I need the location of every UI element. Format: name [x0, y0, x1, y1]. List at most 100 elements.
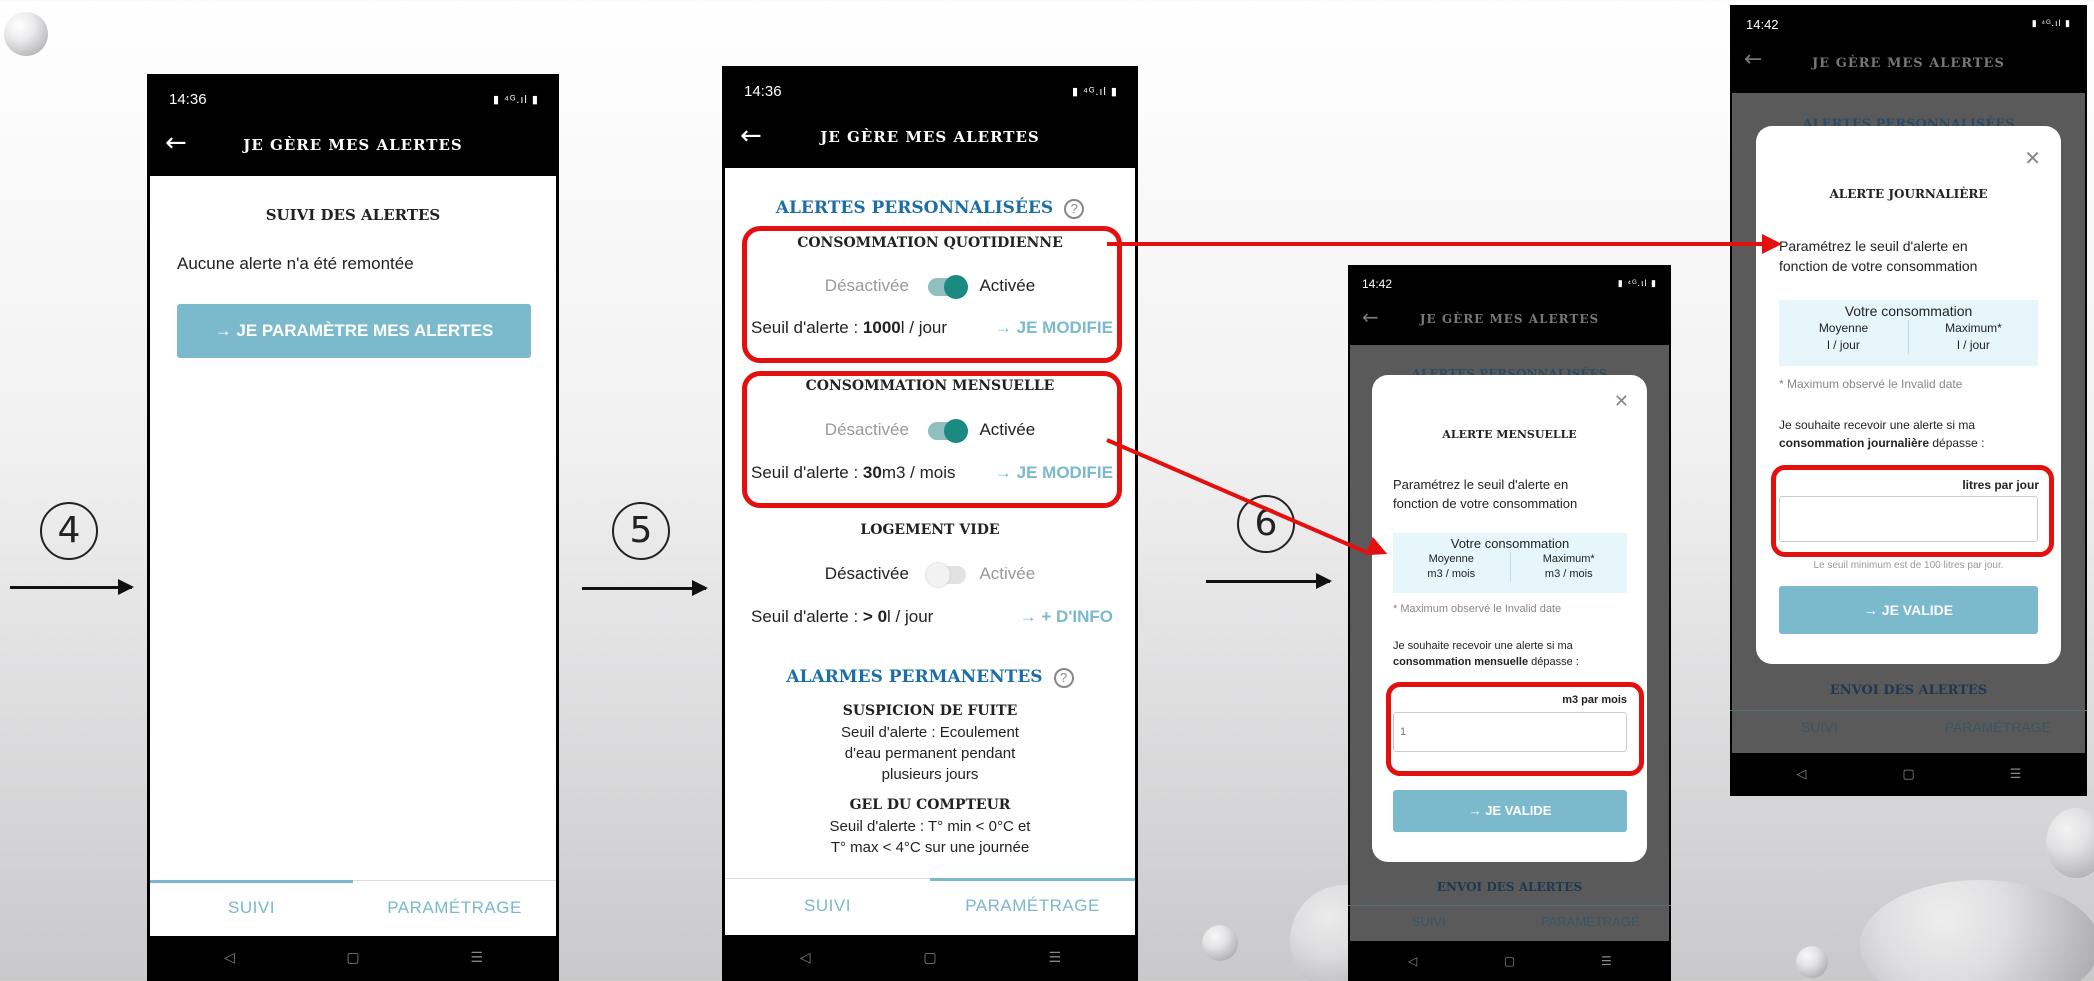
water-drop-decoration [1860, 880, 2094, 981]
arrow-to-daily-modal [1107, 242, 1764, 246]
page-title: JE GÈRE MES ALERTES [1812, 56, 2005, 71]
arrow-to-monthly-modal [1106, 438, 1367, 554]
step-4-label: 4 [57, 510, 81, 551]
nav-home-icon[interactable]: ▢ [291, 936, 415, 981]
water-drop-decoration [4, 12, 48, 56]
tab-suivi[interactable]: SUIVI [1730, 719, 1909, 735]
status-time: 14:36 [169, 91, 207, 108]
screen-content: SUIVI DES ALERTES Aucune alerte n'a été … [150, 176, 556, 936]
step-5-label: 5 [629, 510, 653, 551]
nav-menu-icon[interactable]: ☰ [415, 936, 539, 981]
tab-suivi[interactable]: SUIVI [1348, 914, 1510, 929]
validate-button[interactable]: → JE VALIDE [1393, 790, 1627, 832]
average-unit: m3 / mois [1427, 568, 1476, 580]
nav-menu-icon[interactable]: ☰ [992, 935, 1117, 981]
status-time: 14:42 [1746, 17, 1779, 32]
system-nav-bar: ◁ ▢ ☰ [1348, 941, 1671, 981]
on-label: Activée [979, 564, 1036, 583]
average-unit: l / jour [1827, 338, 1860, 352]
section-title: ALARMES PERMANENTES [786, 667, 1043, 687]
help-icon[interactable]: ? [1053, 667, 1074, 688]
validate-button[interactable]: → JE VALIDE [1779, 586, 2038, 634]
tab-parametrage[interactable]: PARAMÉTRAGE [1909, 719, 2088, 735]
nav-home-icon[interactable]: ▢ [868, 935, 993, 981]
wish-line-1: Je souhaite recevoir une alerte si ma [1393, 640, 1573, 652]
nav-back-icon[interactable]: ◁ [1364, 941, 1461, 981]
page-title: JE GÈRE MES ALERTES [243, 136, 463, 154]
nav-back-icon[interactable]: ◁ [1748, 753, 1855, 796]
intro-line-1: Paramétrez le seuil d'alerte en [1779, 238, 1968, 254]
leak-line-2: d'eau permanent pendant [844, 745, 1016, 762]
signal-battery-icon: ▮ ⁴ᴳ.ıl ▮ [493, 94, 539, 106]
empty-alerts-text: Aucune alerte n'a été remontée [177, 254, 414, 273]
consumption-title: Votre consommation [1844, 303, 1973, 319]
section-permanent-alarms: ALARMES PERMANENTES ? [725, 667, 1135, 688]
off-label: Désactivée [824, 564, 909, 583]
wish-bold: consommation mensuelle [1393, 656, 1529, 668]
intro-line-2: fonction de votre consommation [1779, 258, 1978, 274]
vacant-info-link[interactable]: → + D'INFO [1020, 607, 1113, 627]
daily-alert-modal: ✕ ALERTE JOURNALIÈRE Paramétrez le seuil… [1756, 126, 2061, 664]
help-icon[interactable]: ? [1064, 198, 1085, 219]
maximum-unit: l / jour [1957, 338, 1990, 352]
step-6-arrow [1206, 573, 1332, 589]
step-5-marker: 5 [612, 502, 670, 560]
max-footnote: * Maximum observé le Invalid date [1779, 377, 1963, 391]
system-nav-bar: ◁ ▢ ☰ [1730, 753, 2087, 796]
nav-back-icon[interactable]: ◁ [168, 936, 292, 981]
wish-line-1: Je souhaite recevoir une alerte si ma [1779, 418, 1976, 432]
close-icon[interactable]: ✕ [2024, 146, 2041, 170]
alert-wish-text: Je souhaite recevoir une alerte si ma co… [1393, 638, 1579, 670]
threshold-prefix: Seuil d'alerte : [751, 607, 863, 626]
consumption-title: Votre consommation [1450, 536, 1570, 551]
nav-menu-icon[interactable]: ☰ [1558, 941, 1655, 981]
page-title: JE GÈRE MES ALERTES [1419, 312, 1600, 326]
phone-screen-tracking: 14:36 ▮ ⁴ᴳ.ıl ▮ ← JE GÈRE MES ALERTES SU… [147, 74, 559, 981]
modal-title: ALERTE JOURNALIÈRE [1829, 187, 1988, 201]
frost-line-2: T° max < 4°C sur une journée [830, 839, 1030, 856]
tab-parametrage[interactable]: PARAMÉTRAGE [1510, 914, 1672, 929]
monthly-alert-modal: ✕ ALERTE MENSUELLE Paramétrez le seuil d… [1372, 375, 1647, 862]
tab-parametrage[interactable]: PARAMÉTRAGE [930, 878, 1135, 935]
step-6-marker: 6 [1237, 495, 1295, 553]
highlight-monthly-input [1386, 682, 1644, 776]
highlight-monthly-box [742, 371, 1122, 508]
configure-alerts-button[interactable]: → JE PARAMÈTRE MES ALERTES [177, 304, 531, 358]
nav-home-icon[interactable]: ▢ [1461, 941, 1558, 981]
leak-line-1: Seuil d'alerte : Ecoulement [841, 724, 1019, 741]
tab-suivi[interactable]: SUIVI [725, 879, 930, 935]
tab-parametrage[interactable]: PARAMÉTRAGE [353, 881, 556, 936]
threshold-value: > 0 [862, 607, 888, 626]
leak-alarm: SUSPICION DE FUITE Seuil d'alerte : Ecou… [725, 701, 1135, 785]
maximum-label: Maximum* [1945, 321, 2002, 335]
close-icon[interactable]: ✕ [1614, 391, 1629, 412]
dimmed-tabs: SUIVI PARAMÉTRAGE [1348, 905, 1671, 929]
section-custom-alerts: ALERTES PERSONNALISÉES ? [725, 198, 1135, 219]
nav-home-icon[interactable]: ▢ [1855, 753, 1962, 796]
section-title: SUIVI DES ALERTES [265, 206, 441, 224]
max-footnote: * Maximum observé le Invalid date [1393, 603, 1562, 615]
tab-suivi[interactable]: SUIVI [150, 880, 353, 936]
nav-back-icon[interactable]: ◁ [743, 935, 868, 981]
highlight-daily-box [742, 226, 1122, 363]
phone-screen-monthly-modal: 14:42 ▮ ⁴ᴳ.ıl ▮ ← JE GÈRE MES ALERTES AL… [1348, 265, 1671, 981]
nav-menu-icon[interactable]: ☰ [1962, 753, 2069, 796]
dimmed-send-title: ENVOI DES ALERTES [1436, 880, 1583, 894]
page-title: JE GÈRE MES ALERTES [820, 128, 1040, 146]
status-time: 14:42 [1362, 277, 1393, 291]
vacant-threshold: Seuil d'alerte : > 0l / jour [751, 607, 933, 627]
leak-title: SUSPICION DE FUITE [842, 703, 1018, 719]
wish-rest: dépasse : [1929, 436, 1985, 450]
wish-rest: dépasse : [1528, 656, 1579, 668]
frost-alarm: GEL DU COMPTEUR Seuil d'alerte : T° min … [725, 795, 1135, 858]
water-drop-decoration [1202, 925, 1238, 961]
average-label: Moyenne [1428, 553, 1474, 565]
vacant-toggle-row: Désactivée Activée [725, 562, 1135, 587]
frost-line-1: Seuil d'alerte : T° min < 0°C et [829, 818, 1031, 835]
alert-wish-text: Je souhaite recevoir une alerte si ma co… [1779, 416, 1984, 452]
wish-bold: consommation journalière [1779, 436, 1930, 450]
water-drop-decoration [2046, 808, 2094, 878]
modal-intro: Paramétrez le seuil d'alerte en fonction… [1779, 236, 1977, 276]
vacant-toggle[interactable] [925, 562, 966, 587]
signal-battery-icon: ▮ ⁴ᴳ.ıl ▮ [1617, 278, 1657, 288]
